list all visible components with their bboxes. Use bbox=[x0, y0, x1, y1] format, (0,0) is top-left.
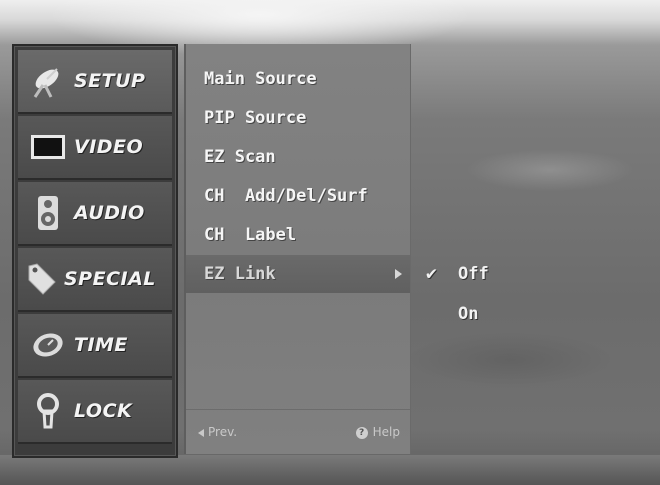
satellite-dish-icon bbox=[28, 61, 68, 101]
menu-label-audio: AUDIO bbox=[74, 202, 145, 224]
keyhole-icon bbox=[28, 391, 68, 431]
menu-label-special: SPECIAL bbox=[64, 268, 156, 290]
menu-item-video[interactable]: VIDEO bbox=[18, 116, 172, 180]
menu-label-setup: SETUP bbox=[74, 70, 146, 92]
clock-icon bbox=[28, 325, 68, 365]
submenu-item-pip-source[interactable]: PIP Source bbox=[186, 99, 410, 137]
tag-icon bbox=[24, 259, 64, 299]
option-off[interactable]: ✔ Off bbox=[420, 256, 540, 292]
option-off-label: Off bbox=[458, 264, 489, 284]
submenu-item-ez-link-label: EZ Link bbox=[204, 264, 276, 284]
menu-item-lock[interactable]: LOCK bbox=[18, 380, 172, 444]
prev-button[interactable]: Prev. bbox=[198, 410, 237, 454]
menu-item-setup[interactable]: SETUP bbox=[18, 50, 172, 114]
menu-label-time: TIME bbox=[74, 334, 128, 356]
submenu-item-ch-add-del-surf[interactable]: CH Add/Del/Surf bbox=[186, 177, 410, 215]
ez-link-options: ✔ Off On bbox=[420, 252, 540, 342]
speaker-icon bbox=[28, 193, 68, 233]
option-on[interactable]: On bbox=[420, 296, 540, 332]
background-band bbox=[0, 455, 660, 485]
submenu-item-main-source[interactable]: Main Source bbox=[186, 60, 410, 98]
submenu-item-ch-label[interactable]: CH Label bbox=[186, 216, 410, 254]
category-menu: SETUP VIDEO AUDIO SPECIAL TIME LOCK bbox=[12, 44, 178, 458]
menu-item-special[interactable]: SPECIAL bbox=[18, 248, 172, 312]
setup-submenu: Main Source PIP Source EZ Scan CH Add/De… bbox=[184, 44, 411, 454]
help-button[interactable]: ? Help bbox=[355, 410, 400, 454]
tv-screen: SETUP VIDEO AUDIO SPECIAL TIME LOCK Main… bbox=[0, 0, 660, 485]
submenu-item-ez-scan[interactable]: EZ Scan bbox=[186, 138, 410, 176]
help-label: Help bbox=[372, 425, 400, 439]
option-on-label: On bbox=[458, 304, 479, 324]
menu-item-time[interactable]: TIME bbox=[18, 314, 172, 378]
menu-label-lock: LOCK bbox=[74, 400, 133, 422]
help-icon: ? bbox=[355, 426, 368, 439]
menu-label-video: VIDEO bbox=[74, 136, 144, 158]
submenu-footer: Prev. ? Help bbox=[186, 409, 410, 454]
arrow-right-icon bbox=[395, 269, 402, 279]
arrow-left-icon bbox=[198, 428, 204, 437]
prev-label: Prev. bbox=[208, 425, 238, 439]
submenu-item-ez-link[interactable]: EZ Link bbox=[186, 255, 410, 293]
tv-screen-icon bbox=[28, 127, 68, 167]
menu-item-audio[interactable]: AUDIO bbox=[18, 182, 172, 246]
checkmark-icon: ✔ bbox=[426, 263, 437, 284]
